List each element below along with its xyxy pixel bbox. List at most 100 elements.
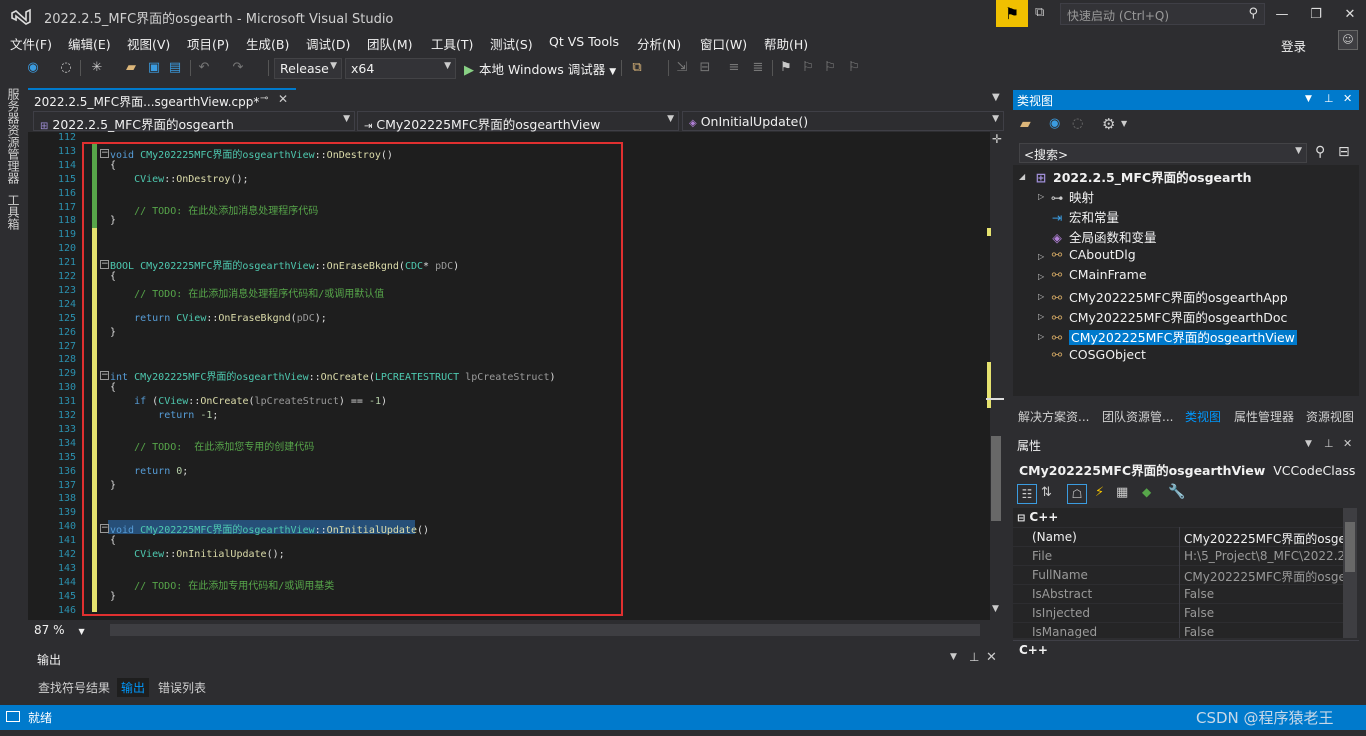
tab-error-list[interactable]: 错误列表 [154,678,210,697]
property-pages-wrench-icon[interactable]: 🔧 [1168,484,1185,500]
property-row[interactable]: IsManaged False [1013,622,1343,638]
collapsed-arrow-icon[interactable]: ▷ [1038,292,1044,301]
property-scroll-thumb[interactable] [1345,522,1355,572]
menu-file[interactable]: 文件(F) [10,34,52,53]
panel-menu-icon[interactable]: ▼ [1305,439,1312,449]
step-over-icon[interactable]: ⊟ [697,59,713,77]
tab-resource-view[interactable]: 资源视图 [1306,408,1354,425]
properties-object-selector[interactable]: CMy202225MFC界面的osgearthView VCCodeClass [1019,460,1355,479]
overrides-icon[interactable]: ◆ [1142,485,1151,499]
menu-project[interactable]: 项目(P) [187,34,229,53]
account-avatar-icon[interactable]: ☺ [1338,30,1358,50]
navigate-forward-icon[interactable]: ◌ [58,59,74,77]
close-panel-icon[interactable]: ✕ [986,650,997,665]
tree-item-app[interactable]: ⚯ CMy202225MFC界面的osgearthApp [1049,287,1288,306]
property-row[interactable]: IsInjected False [1013,603,1343,622]
tree-item-view-selected[interactable]: ⚯ CMy202225MFC界面的osgearthView [1049,327,1297,346]
collapsed-arrow-icon[interactable]: ▷ [1038,332,1044,341]
editor-scroll-thumb[interactable] [991,436,1001,521]
tree-item-macros[interactable]: ⇥ 宏和常量 [1049,207,1119,226]
menu-debug[interactable]: 调试(D) [306,34,350,53]
menu-edit[interactable]: 编辑(E) [68,34,111,53]
comment-icon[interactable]: ≡ [726,59,742,77]
step-icon[interactable]: ⇲ [674,59,690,77]
pin-icon[interactable]: ⊸ [260,93,268,104]
prev-bookmark-icon[interactable]: ⚐ [800,59,816,77]
tree-item-caboutdlg[interactable]: ⚯ CAboutDlg [1049,247,1136,262]
categorized-icon[interactable]: ☷ [1017,484,1037,504]
expanded-arrow-icon[interactable]: ◢ [1019,172,1025,181]
new-folder-icon[interactable]: ▰ [1020,116,1031,132]
project-navigation-select[interactable]: ⊞ 2022.2.5_MFC界面的osgearth ▼ [33,111,355,132]
tree-root-project[interactable]: ⊞ 2022.2.5_MFC界面的osgearth [1033,167,1252,186]
property-column-divider[interactable] [1179,527,1180,638]
menu-tools[interactable]: 工具(T) [431,34,473,53]
clear-bookmarks-icon[interactable]: ⚐ [846,59,862,77]
forward-icon[interactable]: ◌ [1072,116,1083,131]
menu-help[interactable]: 帮助(H) [764,34,808,53]
solution-platform-select[interactable]: x64 ▼ [345,58,456,79]
save-all-icon[interactable]: ▤ [167,59,183,77]
property-row[interactable]: IsAbstract False [1013,584,1343,603]
close-tab-icon[interactable]: ✕ [278,92,288,106]
login-link[interactable]: 登录 [1281,36,1306,55]
tab-find-symbol-results[interactable]: 查找符号结果 [34,678,114,697]
bookmark-icon[interactable]: ⚑ [778,59,794,77]
tree-item-globals[interactable]: ◈ 全局函数和变量 [1049,227,1156,246]
next-bookmark-icon[interactable]: ⚐ [822,59,838,77]
toolbox-tab[interactable]: 工具箱 [5,194,22,230]
back-icon[interactable]: ◉ [1049,116,1060,131]
split-icon[interactable]: ✛ [992,132,1002,146]
settings-gear-icon[interactable]: ⚙ [1102,115,1115,133]
property-category[interactable]: ⊟ C++ [1017,510,1058,524]
menu-qt-vs-tools[interactable]: Qt VS Tools [549,34,619,49]
editor-vertical-scrollbar[interactable]: ✛ ▼ [990,132,1004,620]
document-tab[interactable]: 2022.2.5_MFC界面...sgearthView.cpp* ⊸ ✕ [28,88,296,110]
collapsed-arrow-icon[interactable]: ▷ [1038,312,1044,321]
close-panel-icon[interactable]: ✕ [1343,92,1352,105]
tab-solution-explorer[interactable]: 解决方案资... [1018,408,1089,425]
tab-output[interactable]: 输出 [117,678,150,697]
tab-class-view[interactable]: 类视图 [1185,408,1221,425]
panel-menu-icon[interactable]: ▼ [1305,94,1312,104]
collapsed-arrow-icon[interactable]: ▷ [1038,192,1044,201]
menu-build[interactable]: 生成(B) [246,34,289,53]
uncomment-icon[interactable]: ≣ [750,59,766,77]
panel-menu-icon[interactable]: ▼ [950,652,957,662]
new-project-icon[interactable]: ✳ [88,59,106,77]
find-in-files-icon[interactable]: ⧉ [628,59,646,77]
collapse-icon[interactable]: ⊟ [1017,513,1025,524]
tree-item-cmainframe[interactable]: ⚯ CMainFrame [1049,267,1147,282]
minimize-button[interactable]: — [1264,2,1300,28]
menu-test[interactable]: 测试(S) [490,34,533,53]
search-options-icon[interactable]: ⊟ [1338,144,1350,160]
close-window-button[interactable]: ✕ [1332,2,1366,28]
editor-horizontal-scrollbar[interactable] [110,624,980,636]
maximize-button[interactable]: ❐ [1298,2,1334,28]
tab-dropdown-icon[interactable]: ▼ [992,92,1000,103]
tab-property-manager[interactable]: 属性管理器 [1234,408,1294,425]
class-navigation-select[interactable]: ⇥ CMy202225MFC界面的osgearthView ▼ [357,111,679,132]
properties-icon[interactable]: ☖ [1067,484,1087,504]
tree-item-maps[interactable]: ⊶ 映射 [1049,187,1094,206]
property-row[interactable]: (Name) CMy202225MFC界面的osge [1013,527,1343,546]
property-row[interactable]: File H:\5_Project\8_MFC\2022.2. [1013,546,1343,565]
redo-icon[interactable]: ↷ [230,59,246,77]
collapsed-arrow-icon[interactable]: ▷ [1038,252,1044,261]
property-grid-scrollbar[interactable] [1343,508,1357,638]
tree-item-doc[interactable]: ⚯ CMy202225MFC界面的osgearthDoc [1049,307,1288,326]
events-icon[interactable]: ⚡ [1095,485,1104,500]
chevron-down-icon[interactable]: ▼ [1121,119,1127,128]
member-navigation-select[interactable]: ◈ OnInitialUpdate() ▼ [682,111,1004,131]
zoom-level-select[interactable]: 87 % ▼ [34,623,85,637]
messages-icon[interactable]: ▦ [1116,485,1128,500]
menu-analyze[interactable]: 分析(N) [637,34,681,53]
class-view-search-input[interactable]: <搜索> ▼ [1019,143,1307,163]
tree-item-cosgobject[interactable]: ⚯ COSGObject [1049,347,1146,362]
tab-team-explorer[interactable]: 团队资源管... [1102,408,1173,425]
notification-flag-icon[interactable]: ⚑ [996,0,1028,27]
close-panel-icon[interactable]: ✕ [1343,437,1352,450]
pin-icon[interactable]: ⊥ [969,650,979,664]
search-icon[interactable]: ⚲ [1315,144,1325,160]
save-icon[interactable]: ▣ [146,59,162,77]
